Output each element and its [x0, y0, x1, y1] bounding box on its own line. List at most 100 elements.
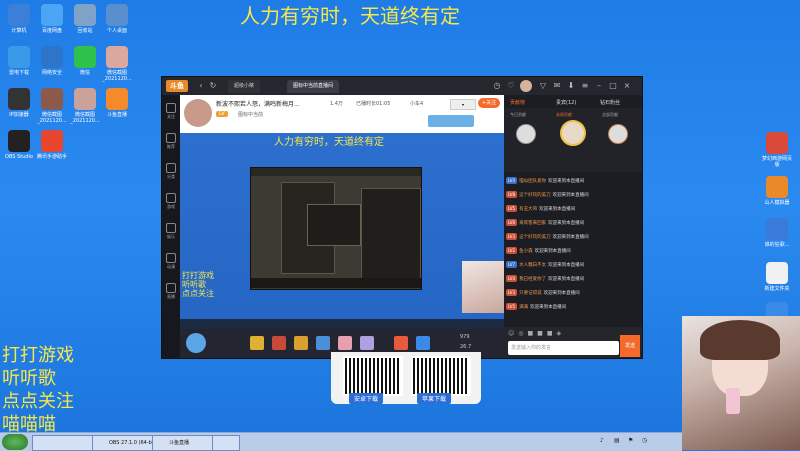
- app-icon: [766, 176, 788, 198]
- network-icon[interactable]: ▤: [614, 437, 620, 444]
- game-window[interactable]: [250, 167, 422, 290]
- shirt-icon[interactable]: ▽: [538, 81, 548, 91]
- close-icon[interactable]: ×: [622, 81, 632, 91]
- download-icon[interactable]: ⬇: [566, 81, 576, 91]
- desktop-icon[interactable]: 计算机: [2, 4, 36, 34]
- rank-avatar-3[interactable]: [608, 124, 628, 144]
- video-player[interactable]: 人力有穷时，天道终有定 打打游戏 听听歌 点点关注: [180, 133, 504, 329]
- emoji-toolbar[interactable]: ☺◎■■■◈: [508, 330, 565, 337]
- desktop-icon[interactable]: 微信截图_2021120...: [100, 46, 134, 82]
- chat-message: LV8 这个好玩的美刀 欢迎来到本直播间: [506, 191, 589, 199]
- nav-icon: [166, 103, 176, 113]
- app-icon: [8, 46, 30, 68]
- rank-label-2: 本周贡献: [556, 112, 572, 117]
- streamer-avatar[interactable]: [184, 99, 212, 127]
- flag-icon[interactable]: ⚑: [628, 437, 633, 444]
- nested-banner: 人力有穷时，天道终有定: [274, 137, 384, 148]
- sidenav-item[interactable]: 动漫: [163, 253, 179, 270]
- chat-username[interactable]: 满满: [519, 305, 528, 310]
- nav-icon: [166, 193, 176, 203]
- app-icon: [74, 88, 96, 110]
- taskbar-item-4[interactable]: [212, 435, 240, 451]
- sidenav-item[interactable]: 游戏: [163, 193, 179, 210]
- sidenav-item[interactable]: 直播: [163, 283, 179, 300]
- maximize-icon[interactable]: □: [608, 81, 618, 91]
- rank-avatar-2[interactable]: [516, 124, 536, 144]
- desktop-icon[interactable]: OBS Studio: [2, 130, 36, 160]
- chat-text: 欢迎来到本直播间: [552, 193, 589, 198]
- tab-vip[interactable]: 贵宾(12): [556, 99, 576, 106]
- tab-diamond[interactable]: 钻石粉丝: [600, 99, 620, 106]
- desktop-icon[interactable]: 微信截图_2021120...: [35, 88, 69, 124]
- titlebar: 斗鱼 ‹ ↻ 超级小桀 图标中当前直播间 ◷ ♡ ▽ ✉ ⬇ ≡ – □ ×: [162, 77, 642, 95]
- follow-button[interactable]: +关注: [478, 98, 500, 108]
- sidenav-item[interactable]: 分类: [163, 163, 179, 180]
- chat-username[interactable]: 有丑大哥: [519, 207, 537, 212]
- sidenav-item[interactable]: 关注: [163, 103, 179, 120]
- gift-icon[interactable]: [394, 336, 408, 350]
- chat-input[interactable]: 发送输入你的发言: [508, 341, 619, 355]
- chat-message: LV5 满满 欢迎来到本直播间: [506, 303, 566, 311]
- gift-icon[interactable]: [316, 336, 330, 350]
- desktop-icon[interactable]: 腾讯手游助手: [35, 130, 69, 160]
- desktop-icon[interactable]: 百度网盘: [35, 4, 69, 34]
- chat-username[interactable]: 这个好玩的美刀: [519, 235, 551, 240]
- desktop-icon[interactable]: 斗鱼直播: [100, 88, 134, 118]
- volume-icon[interactable]: ♪: [600, 437, 604, 444]
- chat-username[interactable]: 来宾客来回家: [519, 221, 546, 226]
- desktop-icon[interactable]: 微信: [68, 46, 102, 76]
- menu-icon[interactable]: ≡: [580, 81, 590, 91]
- refresh-icon[interactable]: ↻: [208, 81, 218, 91]
- tab-2[interactable]: 图标中当前直播间: [287, 80, 340, 93]
- gift-icon[interactable]: [250, 336, 264, 350]
- start-button[interactable]: [2, 434, 28, 450]
- desktop-icon-label: 腾讯手游助手: [36, 154, 67, 160]
- clock-icon[interactable]: ◷: [642, 437, 647, 444]
- gift-icon[interactable]: [294, 336, 308, 350]
- minimize-icon[interactable]: –: [594, 81, 604, 91]
- tab-1[interactable]: 超级小桀: [228, 80, 261, 93]
- desktop-icon[interactable]: 雷电下载: [2, 46, 36, 76]
- android-download-label[interactable]: 安卓下载: [349, 393, 384, 404]
- chat-username[interactable]: 我已经爱你了: [519, 277, 546, 282]
- desktop-icon-label: 新建文件夹: [764, 286, 790, 292]
- gift-icon[interactable]: [416, 336, 430, 350]
- chat-username[interactable]: 鱼小森: [519, 249, 533, 254]
- nav-icon: [166, 253, 176, 263]
- gift-icon[interactable]: [272, 336, 286, 350]
- history-icon[interactable]: ◷: [492, 81, 502, 91]
- app-icon: [8, 130, 30, 152]
- avatar[interactable]: [520, 80, 532, 92]
- ranking-dropdown[interactable]: ▾: [450, 99, 476, 110]
- tab-contribution[interactable]: 贡献榜: [510, 99, 525, 106]
- desktop-icon[interactable]: 回收站: [68, 4, 102, 34]
- webcam-hair: [700, 320, 780, 360]
- chat-username[interactable]: 喵似团队爱你: [519, 179, 546, 184]
- desktop-icon[interactable]: 新建文件夹: [760, 262, 794, 292]
- rank-avatar-1[interactable]: [560, 120, 586, 146]
- sidenav-label: 直播: [167, 294, 175, 299]
- desktop-icon[interactable]: 网络安全: [35, 46, 69, 76]
- apple-download-label[interactable]: 苹果下载: [417, 393, 452, 404]
- promo-banner[interactable]: [428, 115, 474, 127]
- app-icon: [766, 132, 788, 154]
- fishball-icon[interactable]: [186, 333, 206, 353]
- desktop-icon[interactable]: IP加速器: [2, 88, 36, 118]
- desktop-icon[interactable]: 梦幻西游网页版: [760, 132, 794, 168]
- sidenav-item[interactable]: 推荐: [163, 133, 179, 150]
- gift-icon[interactable]: [360, 336, 374, 350]
- sidenav-item[interactable]: 娱乐: [163, 223, 179, 240]
- gift-icon[interactable]: [338, 336, 352, 350]
- desktop-icon[interactable]: 山人模拟器: [760, 176, 794, 206]
- chat-username[interactable]: 只要记得说: [519, 291, 542, 296]
- message-icon[interactable]: ✉: [552, 81, 562, 91]
- desktop-icon[interactable]: 个人桌面: [100, 4, 134, 34]
- send-button[interactable]: 发送: [620, 335, 640, 357]
- back-icon[interactable]: ‹: [196, 81, 206, 91]
- chat-username[interactable]: 这个好玩的美刀: [519, 193, 551, 198]
- desktop-icon[interactable]: 谁的狂歌...: [760, 218, 794, 248]
- desktop-icon[interactable]: 微信截图_2021120...: [68, 88, 102, 124]
- chat-username[interactable]: 水人魏白不太: [519, 263, 546, 268]
- app-icon: [766, 218, 788, 240]
- favorite-icon[interactable]: ♡: [506, 81, 516, 91]
